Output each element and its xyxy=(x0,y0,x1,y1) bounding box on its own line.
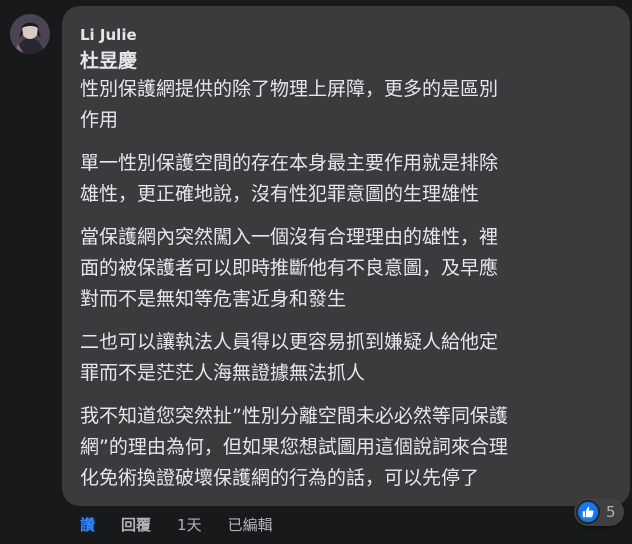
thumbs-up-icon xyxy=(576,500,600,524)
mention-tag[interactable]: 杜昱慶 xyxy=(80,48,614,74)
author-name[interactable]: Li Julie xyxy=(80,26,614,44)
comment-paragraph-3: 當保護網內突然闖入一個沒有合理理由的雄性，裡 面的被保護者可以即時推斷他有不良意… xyxy=(80,226,499,310)
avatar[interactable] xyxy=(10,14,50,54)
reaction-count: 5 xyxy=(606,503,616,521)
reply-button[interactable]: 回覆 xyxy=(121,515,151,535)
like-button[interactable]: 讚 xyxy=(80,515,95,535)
comment-paragraph-5: 我不知道您突然扯”性別分離空間未必必然等同保護 網”的理由為何，但如果您想試圖用… xyxy=(80,405,508,489)
comment-paragraph-4: 二也可以讓執法人員得以更容易抓到嫌疑人給他定 罪而不是茫茫人海無證據無法抓人 xyxy=(80,331,499,384)
comment-bubble: Li Julie 杜昱慶 性別保護網提供的除了物理上屏障，更多的是區別 作用 單… xyxy=(62,6,630,506)
avatar-image xyxy=(10,14,50,54)
edited-label[interactable]: 已編輯 xyxy=(228,515,273,535)
comment: Li Julie 杜昱慶 性別保護網提供的除了物理上屏障，更多的是區別 作用 單… xyxy=(0,0,632,544)
timestamp-link[interactable]: 1天 xyxy=(177,515,202,535)
comment-actions: 讚 回覆 1天 已編輯 xyxy=(80,515,273,535)
comment-paragraph-1: 性別保護網提供的除了物理上屏障，更多的是區別 作用 xyxy=(80,78,499,131)
comment-paragraph-2: 單一性別保護空間的存在本身最主要作用就是排除 雄性，更正確地說，沒有性犯罪意圖的… xyxy=(80,152,499,205)
reaction-summary[interactable]: 5 xyxy=(574,498,624,526)
